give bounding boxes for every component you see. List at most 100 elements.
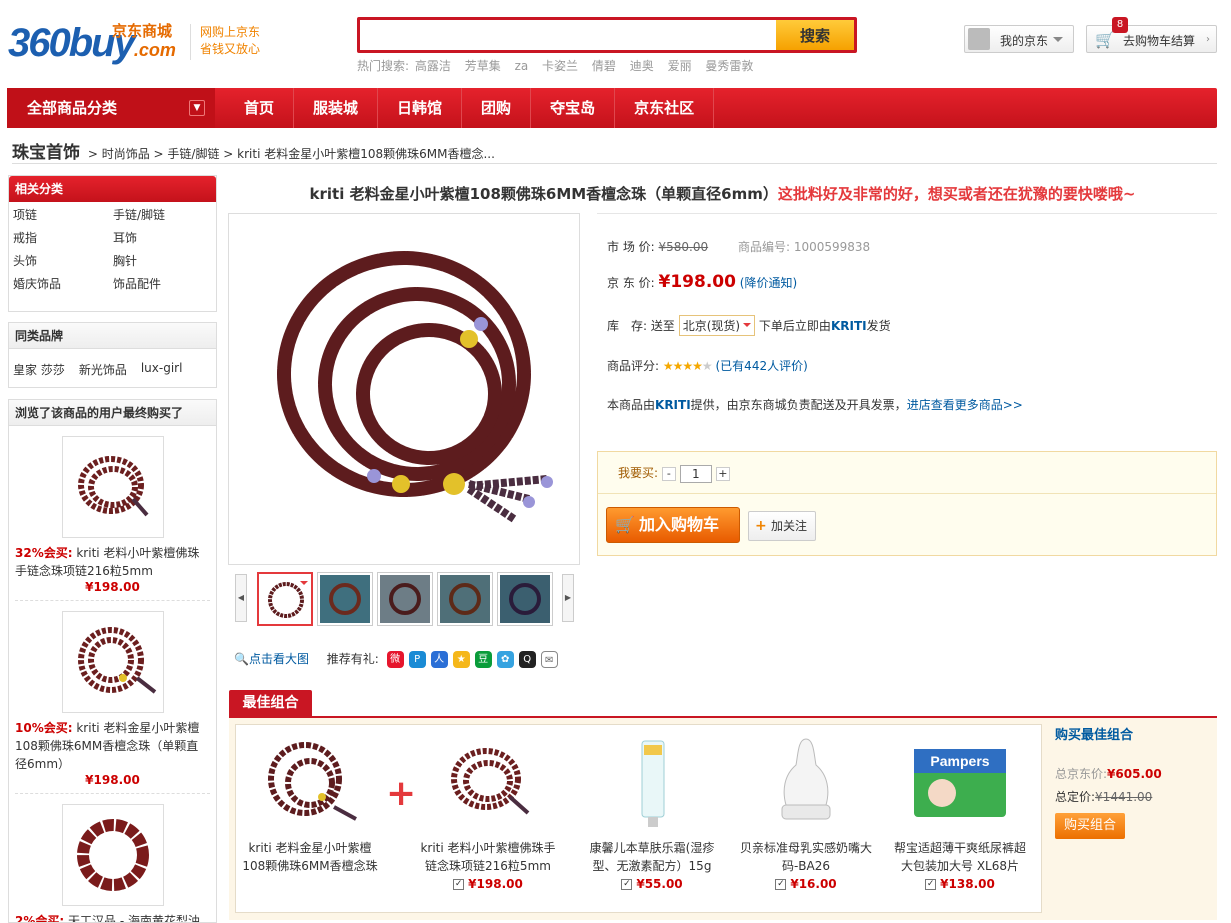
category-link[interactable]: 戒指 [13, 229, 113, 246]
combo-item-price: ¥198.00 [468, 877, 523, 891]
hot-word[interactable]: 倩碧 [592, 59, 616, 73]
qq-weibo-icon[interactable]: P [408, 651, 426, 668]
renren-icon[interactable]: 人 [430, 651, 448, 668]
nav-item-treasure[interactable]: 夺宝岛 [531, 88, 616, 128]
combo-item[interactable]: kriti 老料金星小叶紫檀108颗佛珠6MM香檀念珠 [240, 735, 380, 875]
all-categories[interactable]: 全部商品分类 ▼ [7, 88, 215, 128]
combo-checkbox[interactable]: ✓ [621, 879, 633, 890]
hot-word[interactable]: za [515, 59, 529, 73]
thumb-next-button[interactable]: ▶ [562, 574, 574, 622]
main-product-image[interactable] [228, 213, 580, 565]
thumb-prev-button[interactable]: ◀ [235, 574, 247, 622]
hot-word[interactable]: 曼秀雷敦 [705, 59, 753, 73]
breadcrumb-item[interactable]: kriti 老料金星小叶紫檀108颗佛珠6MM香檀念... [237, 147, 495, 161]
follow-button[interactable]: + 加关注 [748, 511, 816, 541]
brand-link[interactable]: 新光饰品 [79, 361, 127, 378]
breadcrumb-item[interactable]: 手链/脚链 [167, 147, 219, 161]
hot-word[interactable]: 迪奥 [630, 59, 654, 73]
chevron-down-icon [1053, 37, 1063, 47]
category-link[interactable]: 耳饰 [113, 229, 213, 246]
cart-button[interactable]: 🛒 8 去购物车结算 › [1086, 17, 1217, 53]
review-count-link[interactable]: (已有442人评价) [716, 359, 808, 373]
nav-item-home[interactable]: 首页 [225, 88, 295, 128]
douban-icon[interactable]: 豆 [474, 651, 492, 668]
combo-item-name[interactable]: 贝亲标准母乳实感奶嘴大码-BA26 [736, 839, 876, 875]
category-link[interactable]: 头饰 [13, 252, 113, 269]
product-image[interactable] [61, 611, 164, 713]
brand-link[interactable]: lux-girl [141, 361, 183, 378]
quantity-minus-button[interactable]: - [661, 466, 676, 481]
combo-item-name[interactable]: kriti 老料小叶紫檀佛珠手链念珠项链216粒5mm [418, 839, 558, 875]
chevron-down-icon: ▼ [189, 100, 205, 116]
search-input[interactable] [360, 20, 776, 50]
nav-item-community[interactable]: 京东社区 [615, 88, 715, 128]
category-link[interactable]: 胸针 [113, 252, 213, 269]
tab-best-combo[interactable]: 最佳组合 [229, 690, 312, 717]
hot-word[interactable]: 高露洁 [415, 59, 451, 73]
price-notify-link[interactable]: (降价通知) [740, 276, 797, 290]
combo-item-name[interactable]: 帮宝适超薄干爽纸尿裤超大包装加大号 XL68片 [890, 839, 1030, 875]
combo-item[interactable]: Pampers 帮宝适超薄干爽纸尿裤超大包装加大号 XL68片 ✓ ¥138.00 [890, 735, 1030, 893]
combo-checkbox[interactable]: ✓ [453, 879, 465, 890]
category-link[interactable]: 手链/脚链 [113, 206, 213, 223]
hot-word[interactable]: 芳草集 [465, 59, 501, 73]
thumbnail[interactable] [377, 572, 433, 626]
thumbnail[interactable] [437, 572, 493, 626]
product-price: ¥198.00 [85, 580, 140, 594]
email-icon[interactable]: ✉ [540, 651, 558, 668]
list-item[interactable]: 10%会买: kriti 老料金星小叶紫檀108颗佛珠6MM香檀念珠（单颗直径6… [15, 601, 210, 794]
combo-checkbox[interactable]: ✓ [775, 879, 787, 890]
add-to-cart-button[interactable]: 🛒 加入购物车 [606, 507, 740, 543]
thumbnail[interactable] [497, 572, 553, 626]
buy-combo-button[interactable]: 购买组合 [1055, 813, 1125, 839]
site-logo[interactable]: 360buy.com 京东商城 [8, 18, 183, 68]
hot-word[interactable]: 卡姿兰 [542, 59, 578, 73]
nav-item-jk[interactable]: 日韩馆 [378, 88, 463, 128]
combo-item[interactable]: 康馨儿本草肤乐霜(湿疹型、无激素配方）15g ✓ ¥55.00 [582, 735, 722, 893]
region-select[interactable]: 北京(现货) [678, 315, 756, 336]
seller-link[interactable]: KRITI [655, 398, 691, 412]
category-link[interactable]: 项链 [13, 206, 113, 223]
product-image[interactable] [61, 436, 164, 538]
quantity-input[interactable]: 1 [679, 464, 712, 483]
combo-item-price: ¥55.00 [636, 877, 683, 891]
combo-item[interactable]: kriti 老料小叶紫檀佛珠手链念珠项链216粒5mm ✓ ¥198.00 [418, 735, 558, 893]
brand-link[interactable]: 皇家 莎莎 [13, 361, 65, 378]
weibo-icon[interactable]: 微 [386, 651, 404, 668]
nav-item-clothing[interactable]: 服装城 [294, 88, 379, 128]
thumbnail-strip: ◀ ▶ [235, 572, 575, 626]
kaixin-icon[interactable]: ★ [452, 651, 470, 668]
nav-item-group[interactable]: 团购 [462, 88, 532, 128]
hot-word[interactable]: 爱丽 [668, 59, 692, 73]
view-large-label: 点击看大图 [248, 652, 309, 666]
qq-icon[interactable]: Q [518, 651, 536, 668]
breadcrumb-item[interactable]: 时尚饰品 [102, 147, 150, 161]
thumbnail[interactable] [257, 572, 313, 626]
quantity-plus-button[interactable]: + [715, 466, 730, 481]
category-link[interactable]: 饰品配件 [113, 275, 213, 292]
my-jd-label: 我的京东 [1000, 34, 1049, 48]
category-title: 相关分类 [9, 176, 216, 202]
list-item[interactable]: 32%会买: kriti 老料小叶紫檀佛珠手链念珠项链216粒5mm ¥198.… [15, 426, 210, 601]
list-item[interactable]: 2%会买: 天工汉品 - 海南黄花梨油 [15, 794, 210, 922]
search-button[interactable]: 搜索 [776, 20, 854, 50]
category-link[interactable]: 婚庆饰品 [13, 275, 113, 292]
thumb-image [440, 575, 490, 623]
combo-total-label: 总京东价: [1055, 767, 1108, 781]
msn-icon[interactable]: ✿ [496, 651, 514, 668]
thumbnail[interactable] [317, 572, 373, 626]
plus-icon: + [386, 773, 417, 814]
combo-item-name[interactable]: kriti 老料金星小叶紫檀108颗佛珠6MM香檀念珠 [240, 839, 380, 875]
combo-item[interactable]: 贝亲标准母乳实感奶嘴大码-BA26 ✓ ¥16.00 [736, 735, 876, 893]
product-name-link[interactable]: 天工汉品 - 海南黄花梨油 [68, 914, 200, 922]
combo-item-price: ¥16.00 [790, 877, 837, 891]
my-jd-button[interactable]: 我的京东 [964, 25, 1074, 53]
chevron-right-icon: › [1206, 34, 1210, 45]
combo-item-name[interactable]: 康馨儿本草肤乐霜(湿疹型、无激素配方）15g [582, 839, 722, 875]
combo-checkbox[interactable]: ✓ [925, 879, 937, 890]
product-image[interactable] [61, 804, 164, 906]
view-large-link[interactable]: 🔍点击看大图 [234, 652, 309, 666]
shop-more-link[interactable]: 进店查看更多商品>> [907, 398, 1023, 412]
breadcrumb-home[interactable]: 珠宝首饰 [12, 143, 80, 163]
seller-link[interactable]: KRITI [831, 319, 867, 333]
